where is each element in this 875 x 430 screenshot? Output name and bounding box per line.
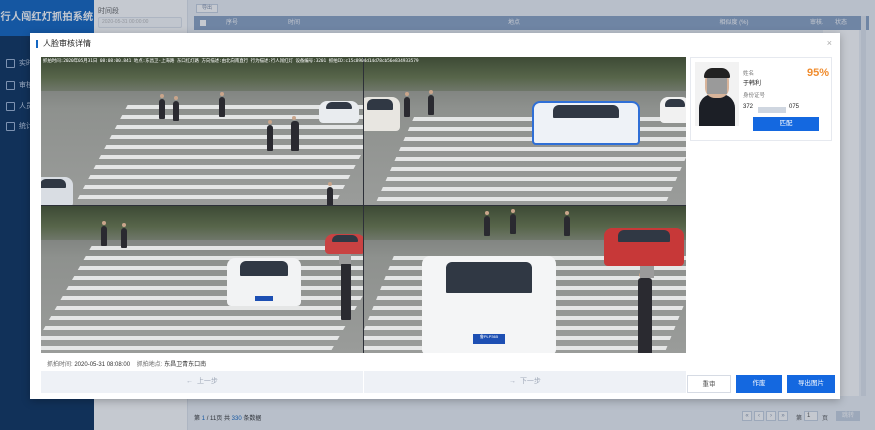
id-mask — [758, 107, 786, 113]
prev-label: 上一步 — [196, 378, 218, 385]
capture-location-label: 抓拍地点: — [136, 362, 163, 368]
export-image-button[interactable]: 导出图片 — [787, 375, 835, 393]
capture-frame-1 — [41, 57, 363, 205]
name-label: 姓名 — [743, 71, 755, 77]
capture-frame-4: 鲁PLP365 — [364, 206, 686, 353]
capture-time-value: 2020-05-31 08:08:00 — [74, 362, 131, 368]
next-label: 下一步 — [519, 378, 541, 385]
face-blur — [707, 78, 727, 94]
id-prefix: 372 — [743, 104, 754, 110]
match-button[interactable]: 匹配 — [753, 117, 819, 131]
face-match-panel: 95% 姓名 于韩利 身份证号 372 075 匹配 — [690, 57, 832, 141]
arrow-left-icon: ← — [186, 378, 194, 385]
prev-button[interactable]: ← 上一步 — [41, 371, 363, 393]
capture-overlay-text: 抓拍时间:2020年05月31日 08:08:00.841 地点:东昌卫-上海路… — [43, 59, 419, 64]
capture-location-value: 东昌卫青东口南 — [164, 362, 207, 368]
capture-frame-3 — [41, 206, 363, 353]
face-review-modal: 人脸审核详情 × 抓拍时间:2020年05月31日 08:08:00.841 地… — [30, 33, 840, 399]
capture-meta: 抓拍时间: 2020-05-31 08:08:00 抓拍地点: 东昌卫青东口南 — [47, 359, 206, 368]
similarity-score: 95% — [807, 67, 830, 79]
id-suffix: 075 — [789, 104, 800, 110]
face-blur — [640, 264, 654, 278]
review-button[interactable]: 重审 — [687, 375, 731, 393]
next-button[interactable]: → 下一步 — [364, 371, 686, 393]
capture-frame-2 — [364, 57, 686, 205]
capture-image: 抓拍时间:2020年05月31日 08:08:00.841 地点:东昌卫-上海路… — [41, 57, 686, 353]
void-button[interactable]: 作废 — [736, 375, 782, 393]
face-blur — [339, 254, 351, 264]
modal-title: 人脸审核详情 — [36, 40, 91, 48]
id-photo — [695, 62, 739, 126]
close-icon[interactable]: × — [827, 38, 832, 48]
arrow-right-icon: → — [509, 378, 517, 385]
capture-time-label: 抓拍时间: — [47, 362, 73, 368]
id-label: 身份证号 — [743, 93, 766, 99]
plate-4: 鲁PLP365 — [472, 334, 506, 345]
name-value: 于韩利 — [743, 81, 762, 87]
plate-3 — [255, 296, 273, 302]
